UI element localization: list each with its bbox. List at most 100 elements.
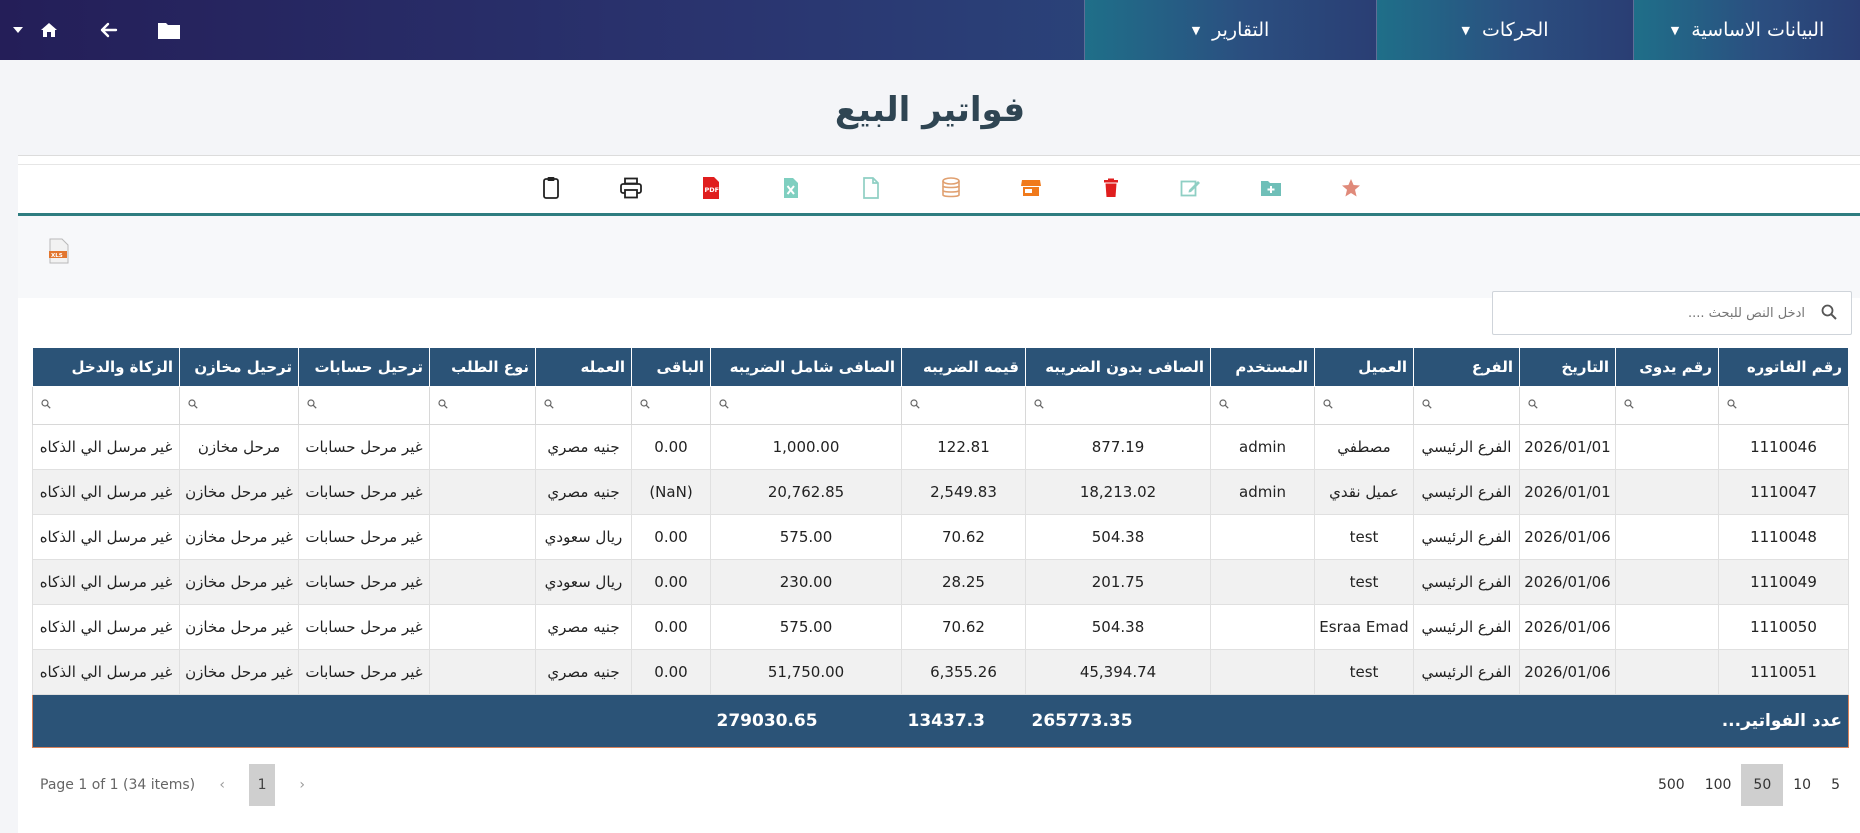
xls-export-icon[interactable]: XLS (48, 238, 70, 264)
clipboard-icon[interactable] (538, 175, 564, 201)
search-icon (1821, 304, 1837, 324)
store-icon[interactable] (1018, 175, 1044, 201)
table-cell: 2026/01/06 (1519, 649, 1616, 695)
menu-reports-label: التقارير (1212, 19, 1270, 41)
dropdown-caret-icon[interactable] (0, 0, 36, 60)
table-cell (1615, 514, 1719, 560)
menu-basic-data[interactable]: ▼ البيانات الاساسية (1633, 0, 1860, 60)
table-cell: 20,762.85 (710, 469, 902, 515)
chevron-down-icon: ▼ (1461, 23, 1470, 37)
menu-reports[interactable]: ▼ التقارير (1084, 0, 1376, 60)
excel-icon[interactable] (778, 175, 804, 201)
menu-transactions[interactable]: ▼ الحركات (1376, 0, 1633, 60)
table-cell (429, 469, 536, 515)
table-cell: غير مرحل حسابات (298, 514, 430, 560)
table-cell: جنيه مصري (535, 649, 632, 695)
table-cell (429, 514, 536, 560)
top-navbar: ▼ التقارير ▼ الحركات ▼ البيانات الاساسية (0, 0, 1860, 60)
table-cell: 1110046 (1718, 424, 1849, 470)
table-cell: الفرع الرئيسي (1413, 604, 1520, 650)
column-filter-cell[interactable] (631, 386, 711, 425)
column-filter-cell[interactable] (32, 386, 180, 425)
svg-text:XLS: XLS (51, 253, 63, 259)
filter-row (32, 386, 1849, 425)
document-icon[interactable] (858, 175, 884, 201)
column-header[interactable]: المستخدم (1210, 347, 1315, 387)
table-cell: 2026/01/06 (1519, 514, 1616, 560)
filter-search-icon (1034, 399, 1044, 412)
home-icon[interactable] (36, 0, 62, 60)
column-filter-cell[interactable] (710, 386, 902, 425)
table-row[interactable]: 1110051 2026/01/06 الفرع الرئيسي test 45,394… (32, 649, 1849, 695)
column-filter-cell[interactable] (1519, 386, 1616, 425)
column-header[interactable]: رقم يدوى (1615, 347, 1719, 387)
database-icon[interactable] (938, 175, 964, 201)
column-filter-cell[interactable] (1718, 386, 1849, 425)
column-header[interactable]: العميل (1314, 347, 1414, 387)
print-icon[interactable] (618, 175, 644, 201)
menu-transactions-label: الحركات (1481, 19, 1549, 41)
column-filter-cell[interactable] (901, 386, 1026, 425)
table-cell (1615, 604, 1719, 650)
page-size-500[interactable]: 500 (1648, 764, 1695, 806)
next-page-icon[interactable]: › (289, 764, 315, 806)
column-header[interactable]: ترحيل حسابات (298, 347, 430, 387)
column-filter-cell[interactable] (535, 386, 632, 425)
table-cell: الفرع الرئيسي (1413, 559, 1520, 605)
column-filter-cell[interactable] (298, 386, 430, 425)
table-row[interactable]: 1110047 2026/01/01 الفرع الرئيسي عميل نقدي a… (32, 469, 1849, 515)
column-header[interactable]: الزكاة والدخل (32, 347, 180, 387)
page-size-5[interactable]: 5 (1821, 764, 1850, 806)
column-header[interactable]: رقم الفاتوره (1718, 347, 1849, 387)
column-header[interactable]: نوع الطلب (429, 347, 536, 387)
page-size-10[interactable]: 10 (1783, 764, 1821, 806)
table-row[interactable]: 1110049 2026/01/06 الفرع الرئيسي test 201.75… (32, 559, 1849, 605)
back-arrow-icon[interactable] (86, 0, 132, 60)
column-filter-cell[interactable] (1025, 386, 1211, 425)
column-header[interactable]: ترحيل مخازن (179, 347, 299, 387)
page-number[interactable]: 1 (249, 764, 276, 806)
filter-search-icon (719, 399, 729, 412)
table-cell: غير مرسل الي الذكاه (32, 469, 180, 515)
folder-icon[interactable] (146, 0, 192, 60)
totals-row: عدد الفواتير... 265773.35 13437.3 279030… (32, 694, 1849, 748)
table-row[interactable]: 1110048 2026/01/06 الفرع الرئيسي test 504.38… (32, 514, 1849, 560)
prev-page-icon[interactable]: ‹ (209, 764, 235, 806)
filter-search-icon (1528, 399, 1538, 412)
column-filter-cell[interactable] (429, 386, 536, 425)
filter-search-icon (910, 399, 920, 412)
column-filter-cell[interactable] (179, 386, 299, 425)
column-header[interactable]: الصافى بدون الضريبه (1025, 347, 1211, 387)
pdf-icon[interactable]: PDF (698, 175, 724, 201)
column-header[interactable]: الفرع (1413, 347, 1520, 387)
table-cell: مرحل مخازن (179, 424, 299, 470)
invoice-panel: PDF XLS رقم الفاتوره رقم يدوى (18, 155, 1860, 833)
column-filter-cell[interactable] (1413, 386, 1520, 425)
delete-icon[interactable] (1098, 175, 1124, 201)
grid-body: 1110046 2026/01/01 الفرع الرئيسي مصطفي admin… (32, 424, 1849, 695)
column-header[interactable]: العمله (535, 347, 632, 387)
favorite-star-icon[interactable] (1338, 175, 1364, 201)
search-box (1492, 291, 1852, 335)
edit-icon[interactable] (1178, 175, 1204, 201)
column-header[interactable]: التاريخ (1519, 347, 1616, 387)
page-size-100[interactable]: 100 (1695, 764, 1742, 806)
table-cell: الفرع الرئيسي (1413, 424, 1520, 470)
action-toolbar: PDF (18, 164, 1860, 216)
column-header[interactable]: الصافى شامل الضريبه (710, 347, 902, 387)
filter-search-icon (1323, 399, 1333, 412)
column-filter-cell[interactable] (1314, 386, 1414, 425)
table-cell (429, 559, 536, 605)
column-filter-cell[interactable] (1615, 386, 1719, 425)
page-size-50[interactable]: 50 (1741, 764, 1784, 806)
column-header[interactable]: الباقى (631, 347, 711, 387)
table-row[interactable]: 1110050 2026/01/06 الفرع الرئيسي Esraa Emad… (32, 604, 1849, 650)
table-cell: 504.38 (1025, 604, 1211, 650)
table-cell: غير مرسل الي الذكاه (32, 559, 180, 605)
add-folder-icon[interactable] (1258, 175, 1284, 201)
search-input[interactable] (1503, 297, 1807, 329)
column-filter-cell[interactable] (1210, 386, 1315, 425)
table-row[interactable]: 1110046 2026/01/01 الفرع الرئيسي مصطفي admin… (32, 424, 1849, 470)
table-cell: جنيه مصري (535, 469, 632, 515)
column-header[interactable]: قيمه الضريبه (901, 347, 1026, 387)
